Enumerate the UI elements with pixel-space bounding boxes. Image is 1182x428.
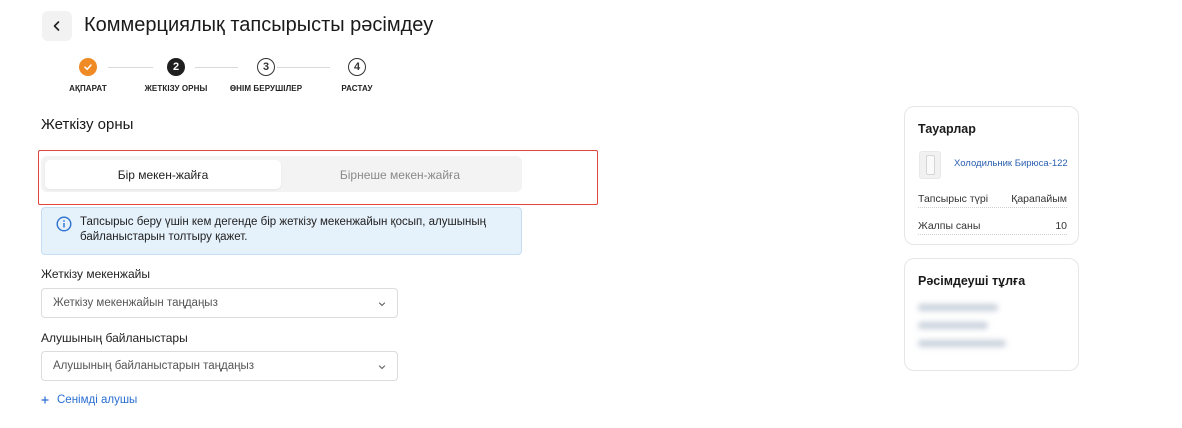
chevron-down-icon (378, 302, 386, 307)
step-number: 4 (348, 58, 366, 76)
step-number: 3 (257, 58, 275, 76)
progress-stepper: АҚПАРАТ 2 ЖЕТКІЗУ ОРНЫ 3 ӨНІМ БЕРУШІЛЕР … (60, 58, 400, 98)
applicant-card-title: Рәсімдеуші тұлға (918, 274, 1026, 288)
redacted-content (918, 302, 1070, 360)
step-label: РАСТАУ (341, 84, 373, 93)
fridge-icon (926, 155, 935, 175)
plus-icon (41, 396, 49, 404)
step-label: ӨНІМ БЕРУШІЛЕР (229, 84, 303, 93)
contacts-select[interactable]: Алушының байланыстарын таңдаңыз (41, 351, 398, 381)
order-type-value: Қарапайым (1011, 193, 1067, 205)
step-info[interactable]: АҚПАРАТ (48, 58, 128, 93)
step-number: 2 (167, 58, 185, 76)
product-link[interactable]: Холодильник Бирюса-122 (954, 158, 1068, 169)
info-circle-icon (56, 216, 72, 232)
step-confirm[interactable]: 4 РАСТАУ (317, 58, 397, 93)
applicant-card: Рәсімдеуші тұлға (904, 258, 1079, 371)
goods-card: Тауарлар Холодильник Бирюса-122 Тапсырыс… (904, 106, 1079, 245)
contacts-label: Алушының байланыстары (41, 331, 188, 345)
address-label: Жеткізу мекенжайы (41, 267, 150, 281)
step-label: ЖЕТКІЗУ ОРНЫ (144, 84, 208, 93)
info-text: Тапсырыс беру үшін кем дегенде бір жеткі… (80, 216, 486, 243)
check-icon (79, 58, 97, 76)
product-image[interactable] (919, 151, 941, 179)
total-label: Жалпы саны (918, 220, 981, 232)
contacts-placeholder: Алушының байланыстарын таңдаңыз (53, 360, 255, 372)
add-trusted-recipient-label: Сенімді алушы (57, 394, 138, 406)
total-value: 10 (1055, 220, 1067, 232)
info-alert: Тапсырыс беру үшін кем дегенде бір жеткі… (41, 207, 522, 255)
step-delivery[interactable]: 2 ЖЕТКІЗУ ОРНЫ (136, 58, 216, 93)
section-title: Жеткізу орны (41, 116, 134, 133)
divider (918, 234, 1067, 235)
address-placeholder: Жеткізу мекенжайын таңдаңыз (53, 297, 218, 309)
highlight-frame (38, 150, 598, 205)
divider (918, 207, 1067, 208)
back-button[interactable] (42, 11, 72, 41)
order-type-label: Тапсырыс түрі (918, 193, 989, 205)
step-label: АҚПАРАТ (69, 84, 107, 93)
chevron-left-icon (53, 21, 60, 31)
page-title: Коммерциялық тапсырысты рәсімдеу (84, 14, 434, 36)
step-suppliers[interactable]: 3 ӨНІМ БЕРУШІЛЕР (226, 58, 306, 93)
chevron-down-icon (378, 365, 386, 370)
address-select[interactable]: Жеткізу мекенжайын таңдаңыз (41, 288, 398, 318)
goods-card-title: Тауарлар (918, 122, 976, 136)
add-trusted-recipient-link[interactable]: Сенімді алушы (41, 394, 137, 406)
